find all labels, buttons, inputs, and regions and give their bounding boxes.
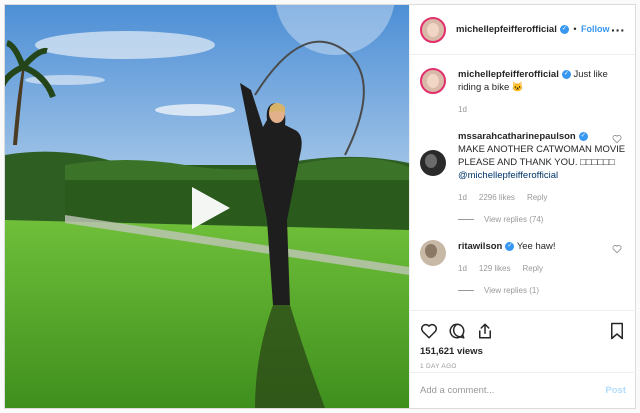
comment-meta: 1d 129 likes Reply: [458, 262, 626, 275]
caption-item: michellepfeifferofficial ✓ Just like ridi…: [420, 68, 626, 116]
post-actions: 151,621 views 1 DAY AGO: [410, 310, 636, 372]
author-avatar[interactable]: [420, 16, 446, 43]
comment-text: Yee haw!: [516, 241, 556, 252]
verified-badge-icon: ✓: [505, 241, 515, 251]
reply-button[interactable]: Reply: [522, 262, 542, 275]
post-comment-button[interactable]: Post: [605, 385, 626, 396]
heart-icon[interactable]: [420, 322, 438, 340]
separator-dot: •: [573, 24, 577, 34]
add-comment-input[interactable]: [420, 385, 606, 396]
comment-like-heart-icon[interactable]: [612, 134, 622, 144]
more-options-icon[interactable]: ···: [611, 22, 625, 38]
commenter-username[interactable]: ritawilson: [458, 241, 502, 252]
verified-badge-icon: ✓: [559, 25, 569, 35]
comment-likes[interactable]: 129 likes: [479, 262, 511, 275]
post-sidebar: michellepfeifferofficial ✓ • Follow ··· m…: [409, 5, 636, 408]
caption-body: michellepfeifferofficial ✓ Just like ridi…: [458, 68, 626, 116]
comment-like-heart-icon[interactable]: [612, 244, 622, 254]
reply-button[interactable]: Reply: [527, 191, 547, 204]
verified-badge-icon: ✓: [561, 69, 571, 79]
comments-list[interactable]: michellepfeifferofficial ✓ Just like ridi…: [410, 55, 636, 310]
comment-age: 1d: [458, 264, 467, 273]
caption-meta: 1d: [458, 103, 626, 116]
comment-icon[interactable]: [448, 322, 466, 340]
commenter-avatar[interactable]: [420, 240, 446, 266]
view-count[interactable]: 151,621 views: [420, 346, 626, 357]
comment-likes[interactable]: 2296 likes: [479, 191, 515, 204]
comment-text: MAKE ANOTHER CATWOMAN MOVIE PLEASE AND T…: [458, 144, 626, 168]
video-player[interactable]: [5, 5, 409, 408]
post-timestamp: 1 DAY AGO: [420, 363, 457, 370]
instagram-post-frame: michellepfeifferofficial ✓ • Follow ··· m…: [4, 4, 636, 409]
caption-avatar[interactable]: [420, 68, 446, 94]
view-replies-button[interactable]: View replies (1): [458, 284, 626, 297]
comment-body: mssarahcatharinepaulson ✓ MAKE ANOTHER CA…: [458, 130, 626, 226]
comment-meta: 1d 2296 likes Reply: [458, 191, 626, 204]
caption-age: 1d: [458, 105, 467, 114]
post-header: michellepfeifferofficial ✓ • Follow ···: [410, 5, 635, 55]
comment-text-block: ritawilson ✓ Yee haw!: [458, 240, 626, 253]
verified-badge-icon: ✓: [578, 131, 588, 141]
caption-text-line: michellepfeifferofficial ✓ Just like ridi…: [458, 68, 626, 94]
share-icon[interactable]: [476, 322, 494, 340]
comment-body: ritawilson ✓ Yee haw! 1d 129 likes Reply …: [458, 240, 626, 297]
play-icon[interactable]: [188, 185, 232, 231]
commenter-avatar[interactable]: [420, 150, 446, 176]
comment-age: 1d: [458, 193, 467, 202]
comment-mention-link[interactable]: @michellepfeifferofficial: [458, 170, 558, 181]
comment-item: ritawilson ✓ Yee haw! 1d 129 likes Reply …: [420, 240, 626, 297]
add-comment-bar: Post: [410, 372, 636, 408]
view-replies-button[interactable]: View replies (74): [458, 213, 626, 226]
caption-username[interactable]: michellepfeifferofficial: [458, 69, 559, 80]
author-username[interactable]: michellepfeifferofficial: [456, 24, 557, 35]
follow-button[interactable]: Follow: [581, 24, 610, 34]
commenter-username[interactable]: mssarahcatharinepaulson: [458, 131, 576, 142]
action-icons-row: [420, 320, 626, 342]
author-line: michellepfeifferofficial ✓ • Follow: [456, 24, 611, 35]
comment-item: mssarahcatharinepaulson ✓ MAKE ANOTHER CA…: [420, 130, 626, 226]
comment-text-block: mssarahcatharinepaulson ✓ MAKE ANOTHER CA…: [458, 130, 626, 182]
bookmark-icon[interactable]: [608, 322, 626, 340]
